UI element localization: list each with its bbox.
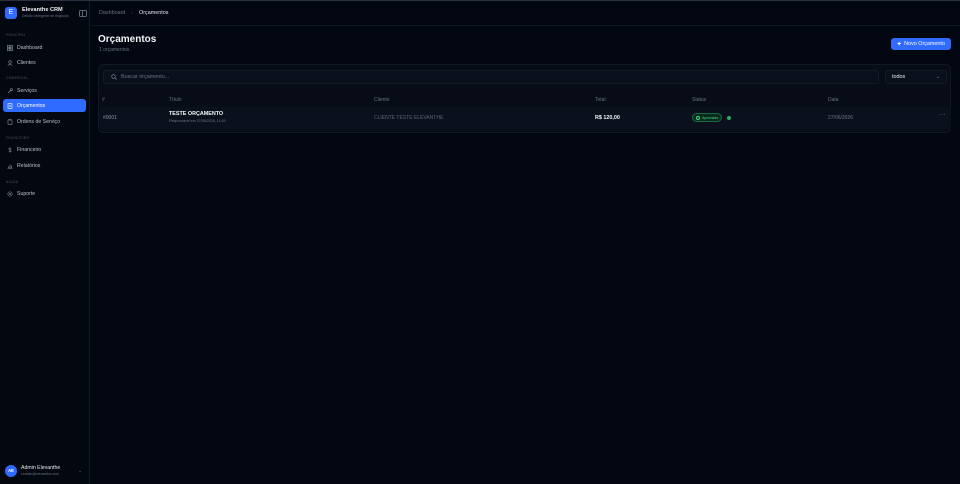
section-label-comercial: Comercial: [6, 76, 29, 80]
search-icon: [111, 74, 117, 80]
clipboard-icon: [7, 118, 13, 125]
new-orcamento-label: Novo Orçamento: [904, 41, 945, 47]
check-circle-icon: [696, 115, 700, 120]
status-dot: [727, 116, 731, 120]
breadcrumb: Dashboard › Orçamentos: [99, 10, 168, 16]
new-orcamento-button[interactable]: + Novo Orçamento: [891, 38, 951, 50]
gear-icon: [7, 190, 13, 197]
chevron-down-icon[interactable]: ⌄: [78, 468, 82, 474]
column-header-id[interactable]: #: [102, 97, 105, 103]
sidebar-item-label: Relatórios: [17, 162, 41, 169]
document-icon: [7, 102, 13, 109]
dollar-icon: [7, 146, 13, 153]
orcamentos-card: todos ⌄ # Título Cliente Total Status Da…: [98, 64, 951, 133]
sidebar-item-orcamentos[interactable]: Orçamentos: [3, 99, 86, 112]
row-responsible: Responsável em 27/06/2026, 11:55: [169, 119, 226, 123]
user-email: contato@elevanthe.com: [21, 472, 59, 476]
sidebar-item-suporte[interactable]: Suporte: [3, 187, 86, 200]
avatar: AE: [5, 465, 17, 477]
column-header-titulo[interactable]: Título: [169, 97, 182, 103]
users-icon: [7, 59, 13, 66]
brand-subtitle: Gestão inteligente de negócios: [22, 14, 69, 18]
header-divider: [91, 25, 960, 26]
user-profile[interactable]: AE Admin Elevanthe contato@elevanthe.com…: [5, 465, 85, 479]
page-count: 1 orçamentos: [99, 47, 130, 53]
page-title: Orçamentos: [98, 34, 157, 45]
sidebar-item-clientes[interactable]: Clientes: [3, 56, 86, 69]
status-badge: Aprovado: [692, 113, 723, 122]
search-input[interactable]: [121, 74, 821, 80]
column-header-data[interactable]: Data: [828, 97, 839, 103]
main-content: Dashboard › Orçamentos Orçamentos 1 orça…: [91, 1, 960, 484]
row-actions-menu-icon[interactable]: ···: [939, 112, 946, 118]
status-filter-value: todos: [892, 74, 906, 80]
sidebar-item-label: Serviços: [17, 87, 37, 94]
sidebar-item-label: Clientes: [17, 59, 36, 66]
row-id: #0001: [103, 115, 117, 121]
dashboard-icon: [7, 44, 13, 51]
column-header-status[interactable]: Status: [692, 97, 706, 103]
brand[interactable]: E Elevanthe CRM Gestão inteligente de ne…: [5, 7, 87, 21]
section-label-ajuda: Ajuda: [6, 180, 19, 184]
row-date: 27/06/2026: [828, 115, 854, 121]
sidebar-item-dashboard[interactable]: Dashboard: [3, 41, 86, 54]
plus-icon: +: [897, 40, 902, 48]
sidebar-item-financeiro[interactable]: Financeiro: [3, 143, 86, 156]
chevron-down-icon: ⌄: [935, 74, 940, 80]
sidebar-item-label: Suporte: [17, 190, 36, 197]
search-box[interactable]: [103, 70, 879, 84]
status-filter-select[interactable]: todos ⌄: [885, 70, 947, 84]
sidebar-collapse-icon[interactable]: [79, 10, 87, 17]
sidebar-item-servicos[interactable]: Serviços: [3, 84, 86, 97]
sidebar-item-label: Financeiro: [17, 146, 42, 153]
breadcrumb-current: Orçamentos: [139, 10, 169, 16]
column-header-cliente[interactable]: Cliente: [374, 97, 390, 103]
row-total: R$ 120,00: [595, 115, 620, 121]
sidebar-item-relatorios[interactable]: Relatórios: [3, 159, 86, 172]
sidebar: E Elevanthe CRM Gestão inteligente de ne…: [0, 1, 90, 484]
breadcrumb-separator: ›: [131, 10, 134, 16]
breadcrumb-dashboard-link[interactable]: Dashboard: [99, 10, 125, 16]
status-label: Aprovado: [702, 115, 719, 120]
row-title[interactable]: TESTE ORÇAMENTO: [169, 111, 223, 117]
section-label-principal: Principal: [6, 33, 26, 37]
table-row[interactable]: #0001 TESTE ORÇAMENTO Responsável em 27/…: [100, 107, 951, 129]
user-name: Admin Elevanthe: [21, 465, 61, 471]
sidebar-item-label: Ordens de Serviço: [17, 118, 60, 125]
sidebar-item-label: Orçamentos: [17, 102, 46, 109]
chart-icon: [7, 163, 13, 169]
brand-logo-icon: E: [5, 7, 17, 19]
brand-name: Elevanthe CRM: [22, 7, 63, 13]
row-client: CLIENTE TESTE ELEVANTHE: [374, 115, 444, 121]
wrench-icon: [7, 87, 13, 94]
sidebar-item-ordens-de-servico[interactable]: Ordens de Serviço: [3, 115, 86, 128]
section-label-financeiro: Financeiro: [6, 136, 30, 140]
sidebar-item-label: Dashboard: [17, 44, 43, 51]
column-header-total[interactable]: Total: [595, 97, 606, 103]
